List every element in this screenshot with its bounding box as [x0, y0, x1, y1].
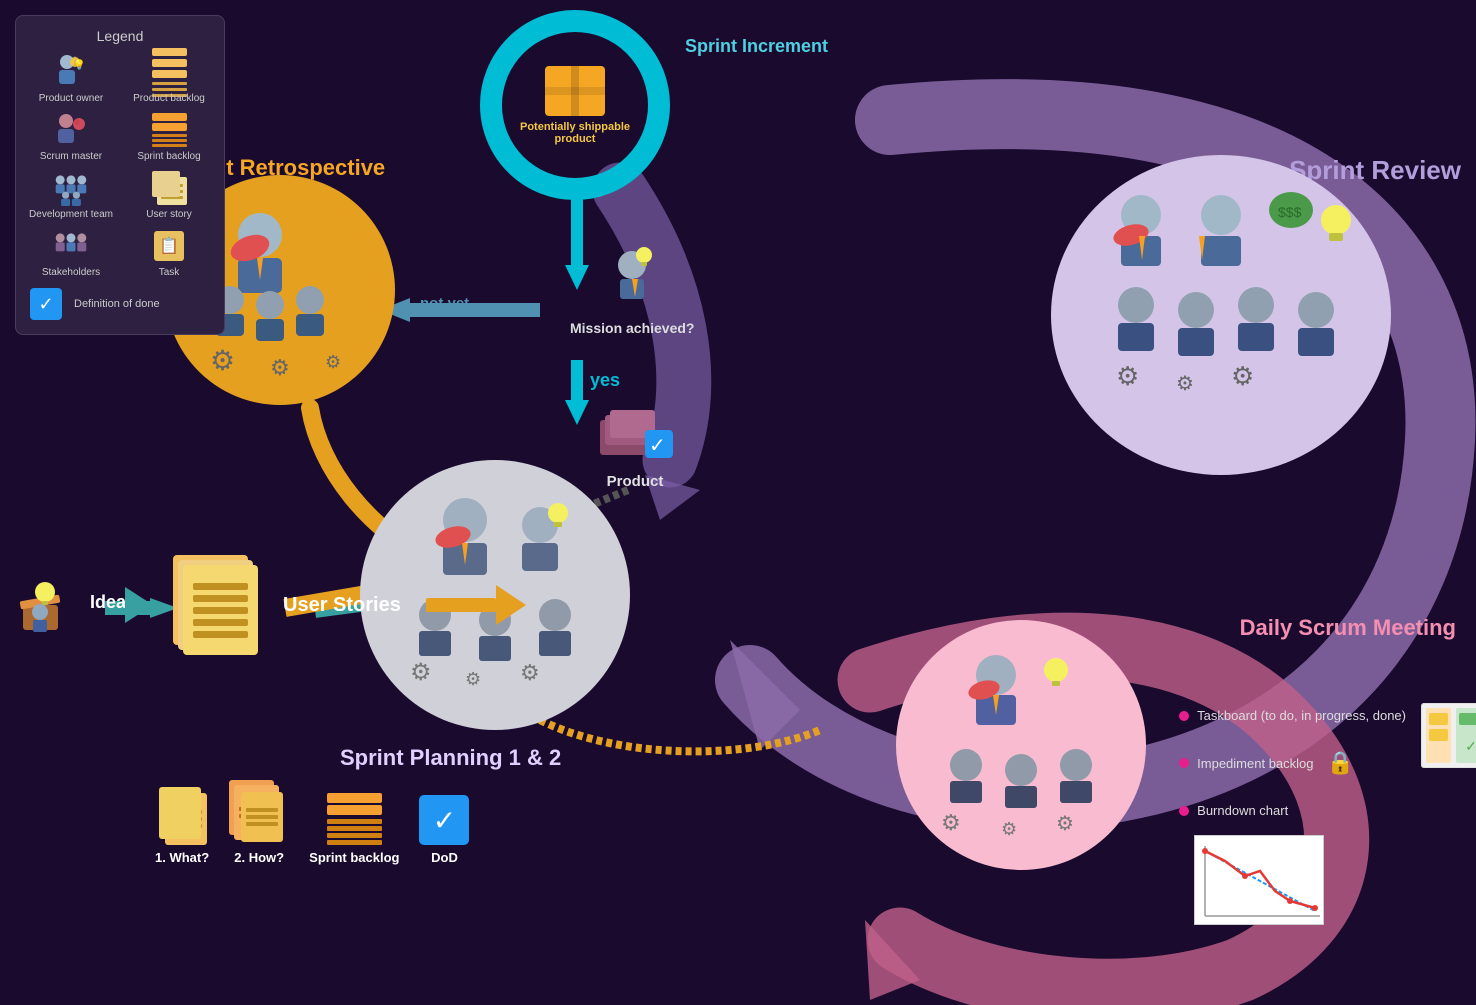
- svg-text:⚙: ⚙: [325, 352, 341, 372]
- legend-item-product-owner: 💡 Product owner: [28, 54, 114, 104]
- not-yet-label: not yet: [420, 295, 469, 312]
- product-label: Product: [607, 473, 664, 490]
- daily-scrum-legend: Taskboard (to do, in progress, done) ✓ I…: [1179, 708, 1406, 925]
- sprint-increment-inner: Potentially shippable product: [515, 66, 635, 145]
- legend-label-task: Task: [159, 267, 180, 278]
- taskboard-legend-item: Taskboard (to do, in progress, done): [1179, 708, 1406, 723]
- impediment-legend-item: Impediment backlog 🔒: [1179, 750, 1406, 776]
- sprint-backlog-icon: [151, 112, 187, 148]
- user-stories-arrow-icon: [125, 587, 153, 623]
- stakeholders-icon: [53, 228, 89, 264]
- package-icon: [545, 66, 605, 116]
- planning-dod: ✓ DoD: [419, 795, 469, 865]
- burndown-legend-item: Burndown chart: [1179, 803, 1406, 818]
- sprint-increment-label: Sprint Increment: [685, 35, 828, 58]
- legend-item-task: 📋 Task: [126, 228, 212, 278]
- svg-text:⚙: ⚙: [1056, 813, 1074, 835]
- user-stories-docs-icon: [173, 555, 263, 655]
- legend-item-stakeholders: Stakeholders: [28, 228, 114, 278]
- legend-grid: 💡 Product owner Product: [28, 54, 212, 278]
- daily-scrum-label: Daily Scrum Meeting: [1240, 615, 1456, 641]
- legend-item-sprint-backlog: Sprint backlog: [126, 112, 212, 162]
- svg-text:💡: 💡: [73, 58, 85, 71]
- sprint-increment-inner-label: Potentially shippable product: [515, 121, 635, 145]
- taskboard-legend-label: Taskboard (to do, in progress, done): [1197, 708, 1406, 723]
- svg-text:⚙: ⚙: [410, 659, 432, 686]
- legend-label-product-owner: Product owner: [39, 93, 103, 104]
- legend-label-product-backlog: Product backlog: [133, 93, 205, 104]
- burndown-chart-icon: [1194, 835, 1324, 925]
- legend-label-dod: Definition of done: [74, 298, 160, 310]
- svg-text:⚙: ⚙: [465, 669, 481, 689]
- planning-dod-label: DoD: [431, 850, 458, 865]
- svg-text:⚙: ⚙: [270, 355, 290, 380]
- svg-text:✓: ✓: [1465, 738, 1476, 754]
- legend-label-dev-team: Development team: [29, 209, 113, 220]
- lock-icon: 🔒: [1327, 750, 1354, 776]
- scrum-master-icon: [53, 112, 89, 148]
- idea-icon-group: [15, 570, 70, 635]
- diagram-container: Legend 💡 Product owner: [0, 0, 1476, 1005]
- taskboard-mini-icon: ✓: [1421, 703, 1476, 768]
- how-docs-icon: [229, 780, 289, 845]
- svg-text:⚙: ⚙: [941, 810, 961, 835]
- legend-item-product-backlog: Product backlog: [126, 54, 212, 104]
- svg-text:⚙: ⚙: [1116, 361, 1139, 391]
- svg-text:✓: ✓: [649, 435, 666, 457]
- burndown-legend-label: Burndown chart: [1197, 803, 1288, 818]
- svg-text:⚙: ⚙: [210, 345, 235, 376]
- planning-how-label: 2. How?: [234, 850, 284, 865]
- svg-text:⚙: ⚙: [1001, 819, 1017, 839]
- legend-label-stakeholders: Stakeholders: [42, 267, 100, 278]
- burndown-dot: [1179, 806, 1189, 816]
- user-stories-label: User Stories: [283, 594, 401, 617]
- dod-check-icon: ✓: [419, 795, 469, 845]
- user-story-icon: [151, 170, 187, 206]
- product-box: ✓ Product: [595, 400, 675, 490]
- svg-text:⚙: ⚙: [520, 660, 540, 685]
- legend-label-sprint-backlog: Sprint backlog: [137, 151, 200, 162]
- legend-title: Legend: [28, 28, 212, 44]
- legend-label-user-story: User story: [146, 209, 192, 220]
- legend-item-user-story: User story: [126, 170, 212, 220]
- planning-sprint-backlog-label: Sprint backlog: [309, 850, 399, 865]
- sprint-review-circle: $$$ ⚙ ⚙ ⚙: [1051, 155, 1391, 475]
- sprint-planning-items: 1. What? 2. How?: [155, 780, 469, 865]
- planning-what: 1. What?: [155, 785, 209, 865]
- product-owner-icon: 💡: [53, 54, 89, 90]
- svg-text:⚙: ⚙: [1176, 373, 1194, 395]
- dev-team-icon: [53, 170, 89, 206]
- impediment-legend-label: Impediment backlog: [1197, 756, 1313, 771]
- daily-scrum-circle: ⚙ ⚙ ⚙: [896, 620, 1146, 870]
- svg-text:$$$: $$$: [1278, 204, 1302, 220]
- planning-sprint-backlog: Sprint backlog: [309, 793, 399, 865]
- planning-how: 2. How?: [229, 780, 289, 865]
- mission-question: Mission achieved?: [570, 320, 694, 336]
- taskboard-dot: [1179, 711, 1189, 721]
- sprint-planning-label: Sprint Planning 1 & 2: [340, 745, 561, 771]
- legend-item-scrum-master: Scrum master: [28, 112, 114, 162]
- user-stories-section: User Stories: [70, 555, 526, 655]
- legend-item-dod: ✓ Definition of done: [28, 286, 212, 322]
- mission-section: Mission achieved?: [570, 245, 694, 336]
- dod-icon: ✓: [28, 286, 64, 322]
- legend-box: Legend 💡 Product owner: [15, 15, 225, 335]
- user-stories-to-planning-arrow: [426, 585, 526, 625]
- svg-text:⚙: ⚙: [1231, 361, 1254, 391]
- task-icon: 📋: [151, 228, 187, 264]
- yes-label: yes: [590, 370, 620, 391]
- impediment-dot: [1179, 758, 1189, 768]
- planning-what-label: 1. What?: [155, 850, 209, 865]
- legend-label-scrum-master: Scrum master: [40, 151, 102, 162]
- product-backlog-icon: [151, 54, 187, 90]
- sprint-increment-circle: Potentially shippable product: [480, 10, 670, 200]
- what-docs-icon: [157, 785, 207, 845]
- legend-item-dev-team: Development team: [28, 170, 114, 220]
- sprint-backlog-docs-icon: [327, 793, 382, 845]
